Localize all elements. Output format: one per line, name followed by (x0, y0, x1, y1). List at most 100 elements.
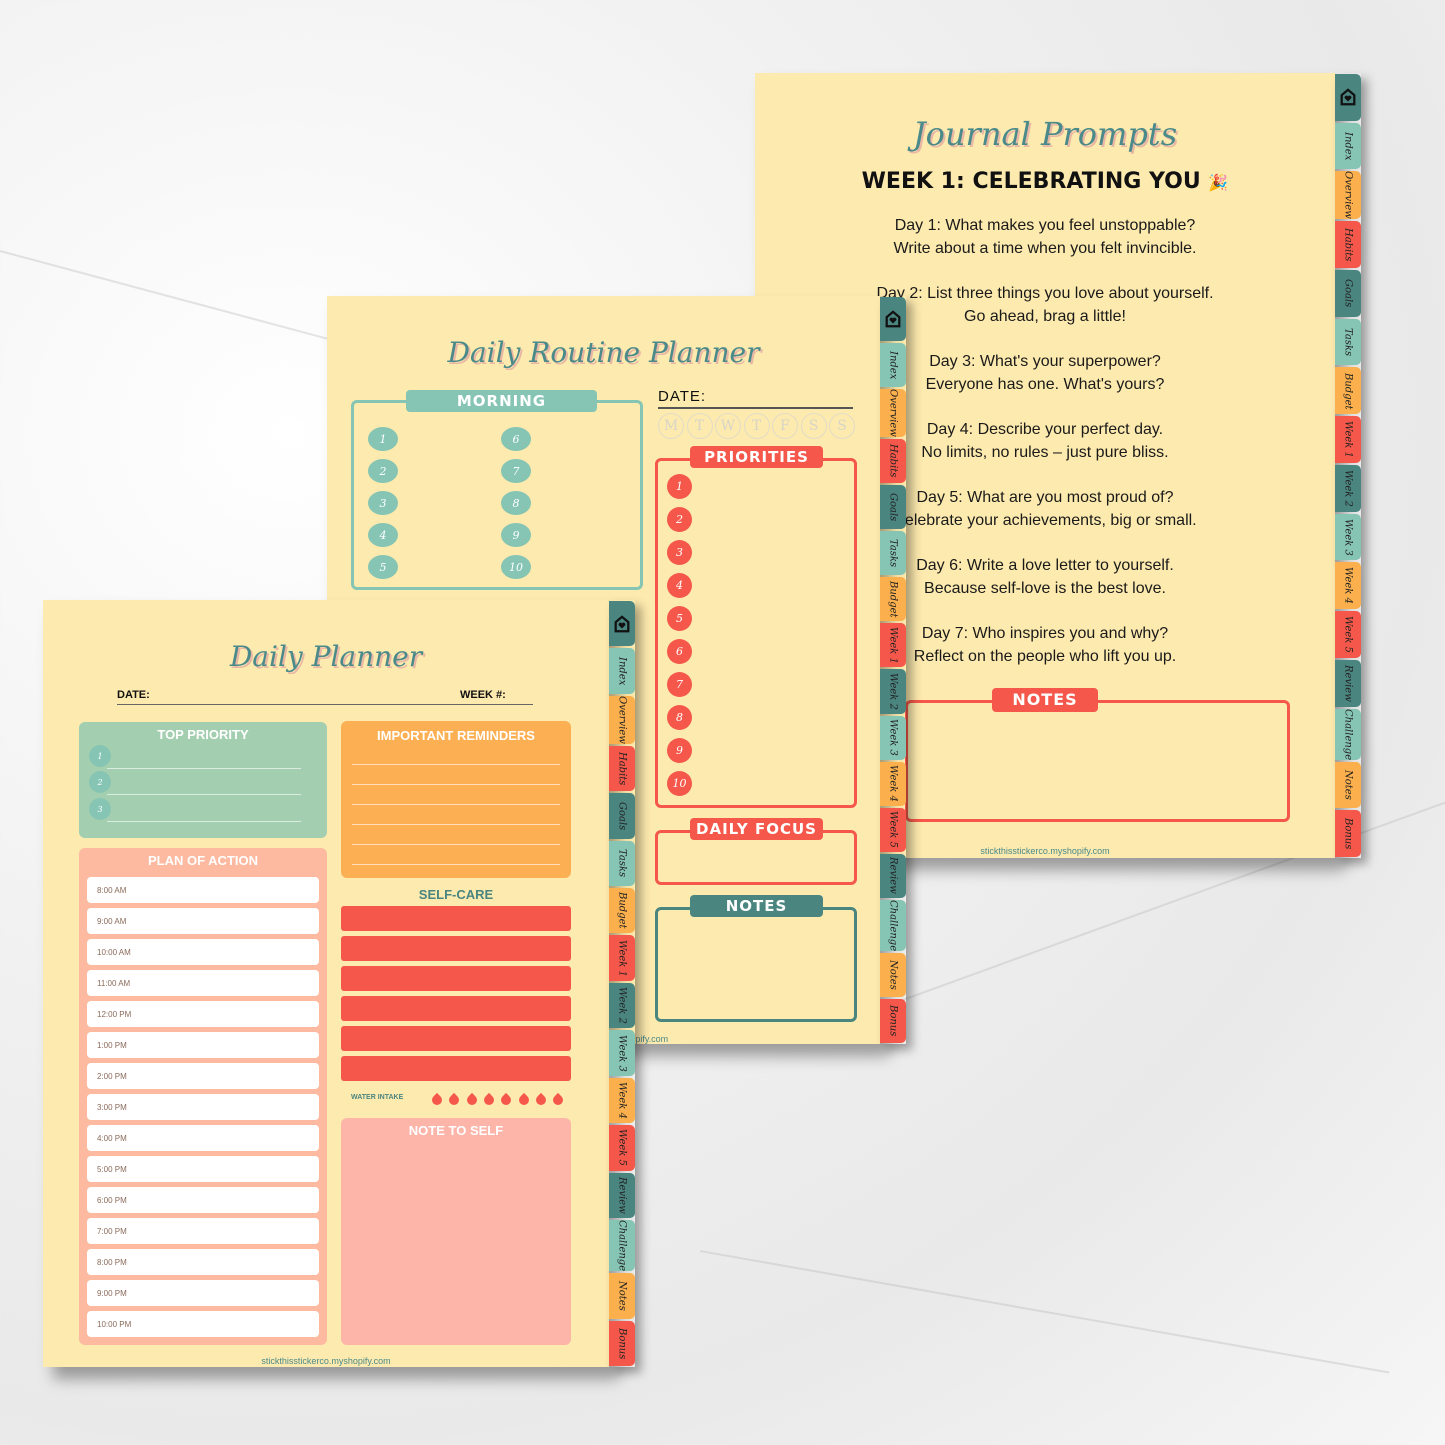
tab-week-4[interactable]: Week 4 (880, 761, 906, 806)
water-drop-icon[interactable] (464, 1092, 479, 1108)
weekday-t[interactable]: T (686, 413, 713, 439)
tab-overview[interactable]: Overview (1335, 171, 1361, 220)
reminder-line[interactable] (352, 824, 560, 825)
time-slot[interactable]: 7:00 PM (87, 1218, 319, 1244)
tab-review[interactable]: Review (609, 1172, 635, 1218)
reminder-line[interactable] (352, 784, 560, 785)
tab-index[interactable]: Index (880, 343, 906, 388)
notes-box[interactable] (655, 907, 857, 1022)
time-slot[interactable]: 6:00 PM (87, 1187, 319, 1213)
tab-notes[interactable]: Notes (609, 1273, 635, 1319)
reminder-line[interactable] (352, 764, 560, 765)
time-slot[interactable]: 9:00 PM (87, 1280, 319, 1306)
tab-notes[interactable]: Notes (1335, 761, 1361, 809)
tab-week-4[interactable]: Week 4 (609, 1077, 635, 1124)
time-slot[interactable]: 2:00 PM (87, 1063, 319, 1089)
tab-overview[interactable]: Overview (880, 389, 906, 438)
time-slot[interactable]: 4:00 PM (87, 1125, 319, 1151)
weekday-s[interactable]: S (800, 413, 827, 439)
tab-week-3[interactable]: Week 3 (1335, 513, 1361, 561)
tab-week-3[interactable]: Week 3 (609, 1030, 635, 1076)
tab-goals[interactable]: Goals (880, 485, 906, 530)
tab-tasks[interactable]: Tasks (609, 840, 635, 886)
tab-challenge[interactable]: Challenge (1335, 708, 1361, 760)
time-slot[interactable]: 10:00 AM (87, 939, 319, 965)
time-slot[interactable]: 1:00 PM (87, 1032, 319, 1058)
self-care-bar[interactable] (341, 906, 571, 931)
tab-week-2[interactable]: Week 2 (880, 669, 906, 714)
self-care-bar[interactable] (341, 966, 571, 991)
tab-budget[interactable]: Budget (1335, 367, 1361, 415)
water-drop-icon[interactable] (533, 1092, 548, 1108)
note-to-self-box[interactable] (341, 1118, 571, 1345)
tab-bonus[interactable]: Bonus (880, 999, 906, 1044)
notes-box[interactable] (905, 700, 1290, 822)
tab-bonus[interactable]: Bonus (1335, 810, 1361, 858)
tab-home[interactable] (880, 297, 906, 342)
reminder-line[interactable] (352, 844, 560, 845)
time-slot[interactable]: 3:00 PM (87, 1094, 319, 1120)
tab-home[interactable] (1335, 74, 1361, 121)
tab-goals[interactable]: Goals (1335, 270, 1361, 317)
tab-week-3[interactable]: Week 3 (880, 715, 906, 760)
time-slot[interactable]: 12:00 PM (87, 1001, 319, 1027)
time-slot[interactable]: 8:00 PM (87, 1249, 319, 1275)
date-field[interactable] (117, 704, 533, 705)
weekday-s[interactable]: S (829, 413, 855, 439)
time-slot[interactable]: 10:00 PM (87, 1311, 319, 1337)
tab-week-5[interactable]: Week 5 (1335, 611, 1361, 658)
tab-index[interactable]: Index (609, 648, 635, 694)
tab-week-5[interactable]: Week 5 (609, 1125, 635, 1171)
self-care-bar[interactable] (341, 1026, 571, 1051)
tab-week-2[interactable]: Week 2 (1335, 464, 1361, 512)
self-care-bar[interactable] (341, 1056, 571, 1081)
tab-habits[interactable]: Habits (609, 745, 635, 792)
tab-challenge[interactable]: Challenge (880, 899, 906, 951)
tab-challenge[interactable]: Challenge (609, 1219, 635, 1272)
self-care-bar[interactable] (341, 996, 571, 1021)
water-drop-icon[interactable] (429, 1092, 445, 1108)
tab-notes[interactable]: Notes (880, 952, 906, 998)
tab-tasks[interactable]: Tasks (1335, 318, 1361, 366)
weekday-f[interactable]: F (772, 413, 798, 439)
water-drop-icon[interactable] (499, 1092, 514, 1108)
tab-budget[interactable]: Budget (880, 577, 906, 622)
tab-index[interactable]: Index (1335, 122, 1361, 170)
tab-habits[interactable]: Habits (880, 439, 906, 484)
tab-week-1[interactable]: Week 1 (1335, 416, 1361, 463)
time-slot[interactable]: 9:00 AM (87, 908, 319, 934)
tab-tasks[interactable]: Tasks (880, 531, 906, 576)
tab-budget[interactable]: Budget (609, 887, 635, 934)
important-reminders-box[interactable] (341, 721, 571, 878)
footer-url[interactable]: stickthisstickerco.myshopify.com (43, 1356, 609, 1366)
tab-overview[interactable]: Overview (609, 695, 635, 744)
tab-home[interactable] (609, 601, 635, 647)
reminder-line[interactable] (352, 864, 560, 865)
water-drop-icon[interactable] (516, 1092, 531, 1108)
tab-review[interactable]: Review (1335, 659, 1361, 707)
time-slot[interactable]: 8:00 AM (87, 877, 319, 903)
weekday-w[interactable]: W (715, 413, 741, 439)
tab-week-5[interactable]: Week 5 (880, 807, 906, 852)
tab-week-1[interactable]: Week 1 (609, 935, 635, 981)
time-slot[interactable]: 5:00 PM (87, 1156, 319, 1182)
tab-week-2[interactable]: Week 2 (609, 982, 635, 1029)
tab-habits[interactable]: Habits (1335, 221, 1361, 269)
tab-goals[interactable]: Goals (609, 793, 635, 839)
date-field[interactable] (658, 407, 853, 409)
self-care-bar[interactable] (341, 936, 571, 961)
time-slot[interactable]: 11:00 AM (87, 970, 319, 996)
water-drop-icon[interactable] (481, 1092, 496, 1108)
tab-week-1[interactable]: Week 1 (880, 623, 906, 668)
top-priority-line[interactable] (107, 794, 301, 795)
water-drop-icon[interactable] (551, 1092, 566, 1108)
weekday-m[interactable]: M (658, 413, 684, 439)
tab-bonus[interactable]: Bonus (609, 1320, 635, 1366)
reminder-line[interactable] (352, 804, 560, 805)
top-priority-line[interactable] (107, 768, 301, 769)
top-priority-line[interactable] (107, 821, 301, 822)
tab-week-4[interactable]: Week 4 (1335, 562, 1361, 610)
tab-review[interactable]: Review (880, 853, 906, 898)
weekday-t[interactable]: T (743, 413, 770, 439)
water-drop-icon[interactable] (447, 1092, 462, 1108)
